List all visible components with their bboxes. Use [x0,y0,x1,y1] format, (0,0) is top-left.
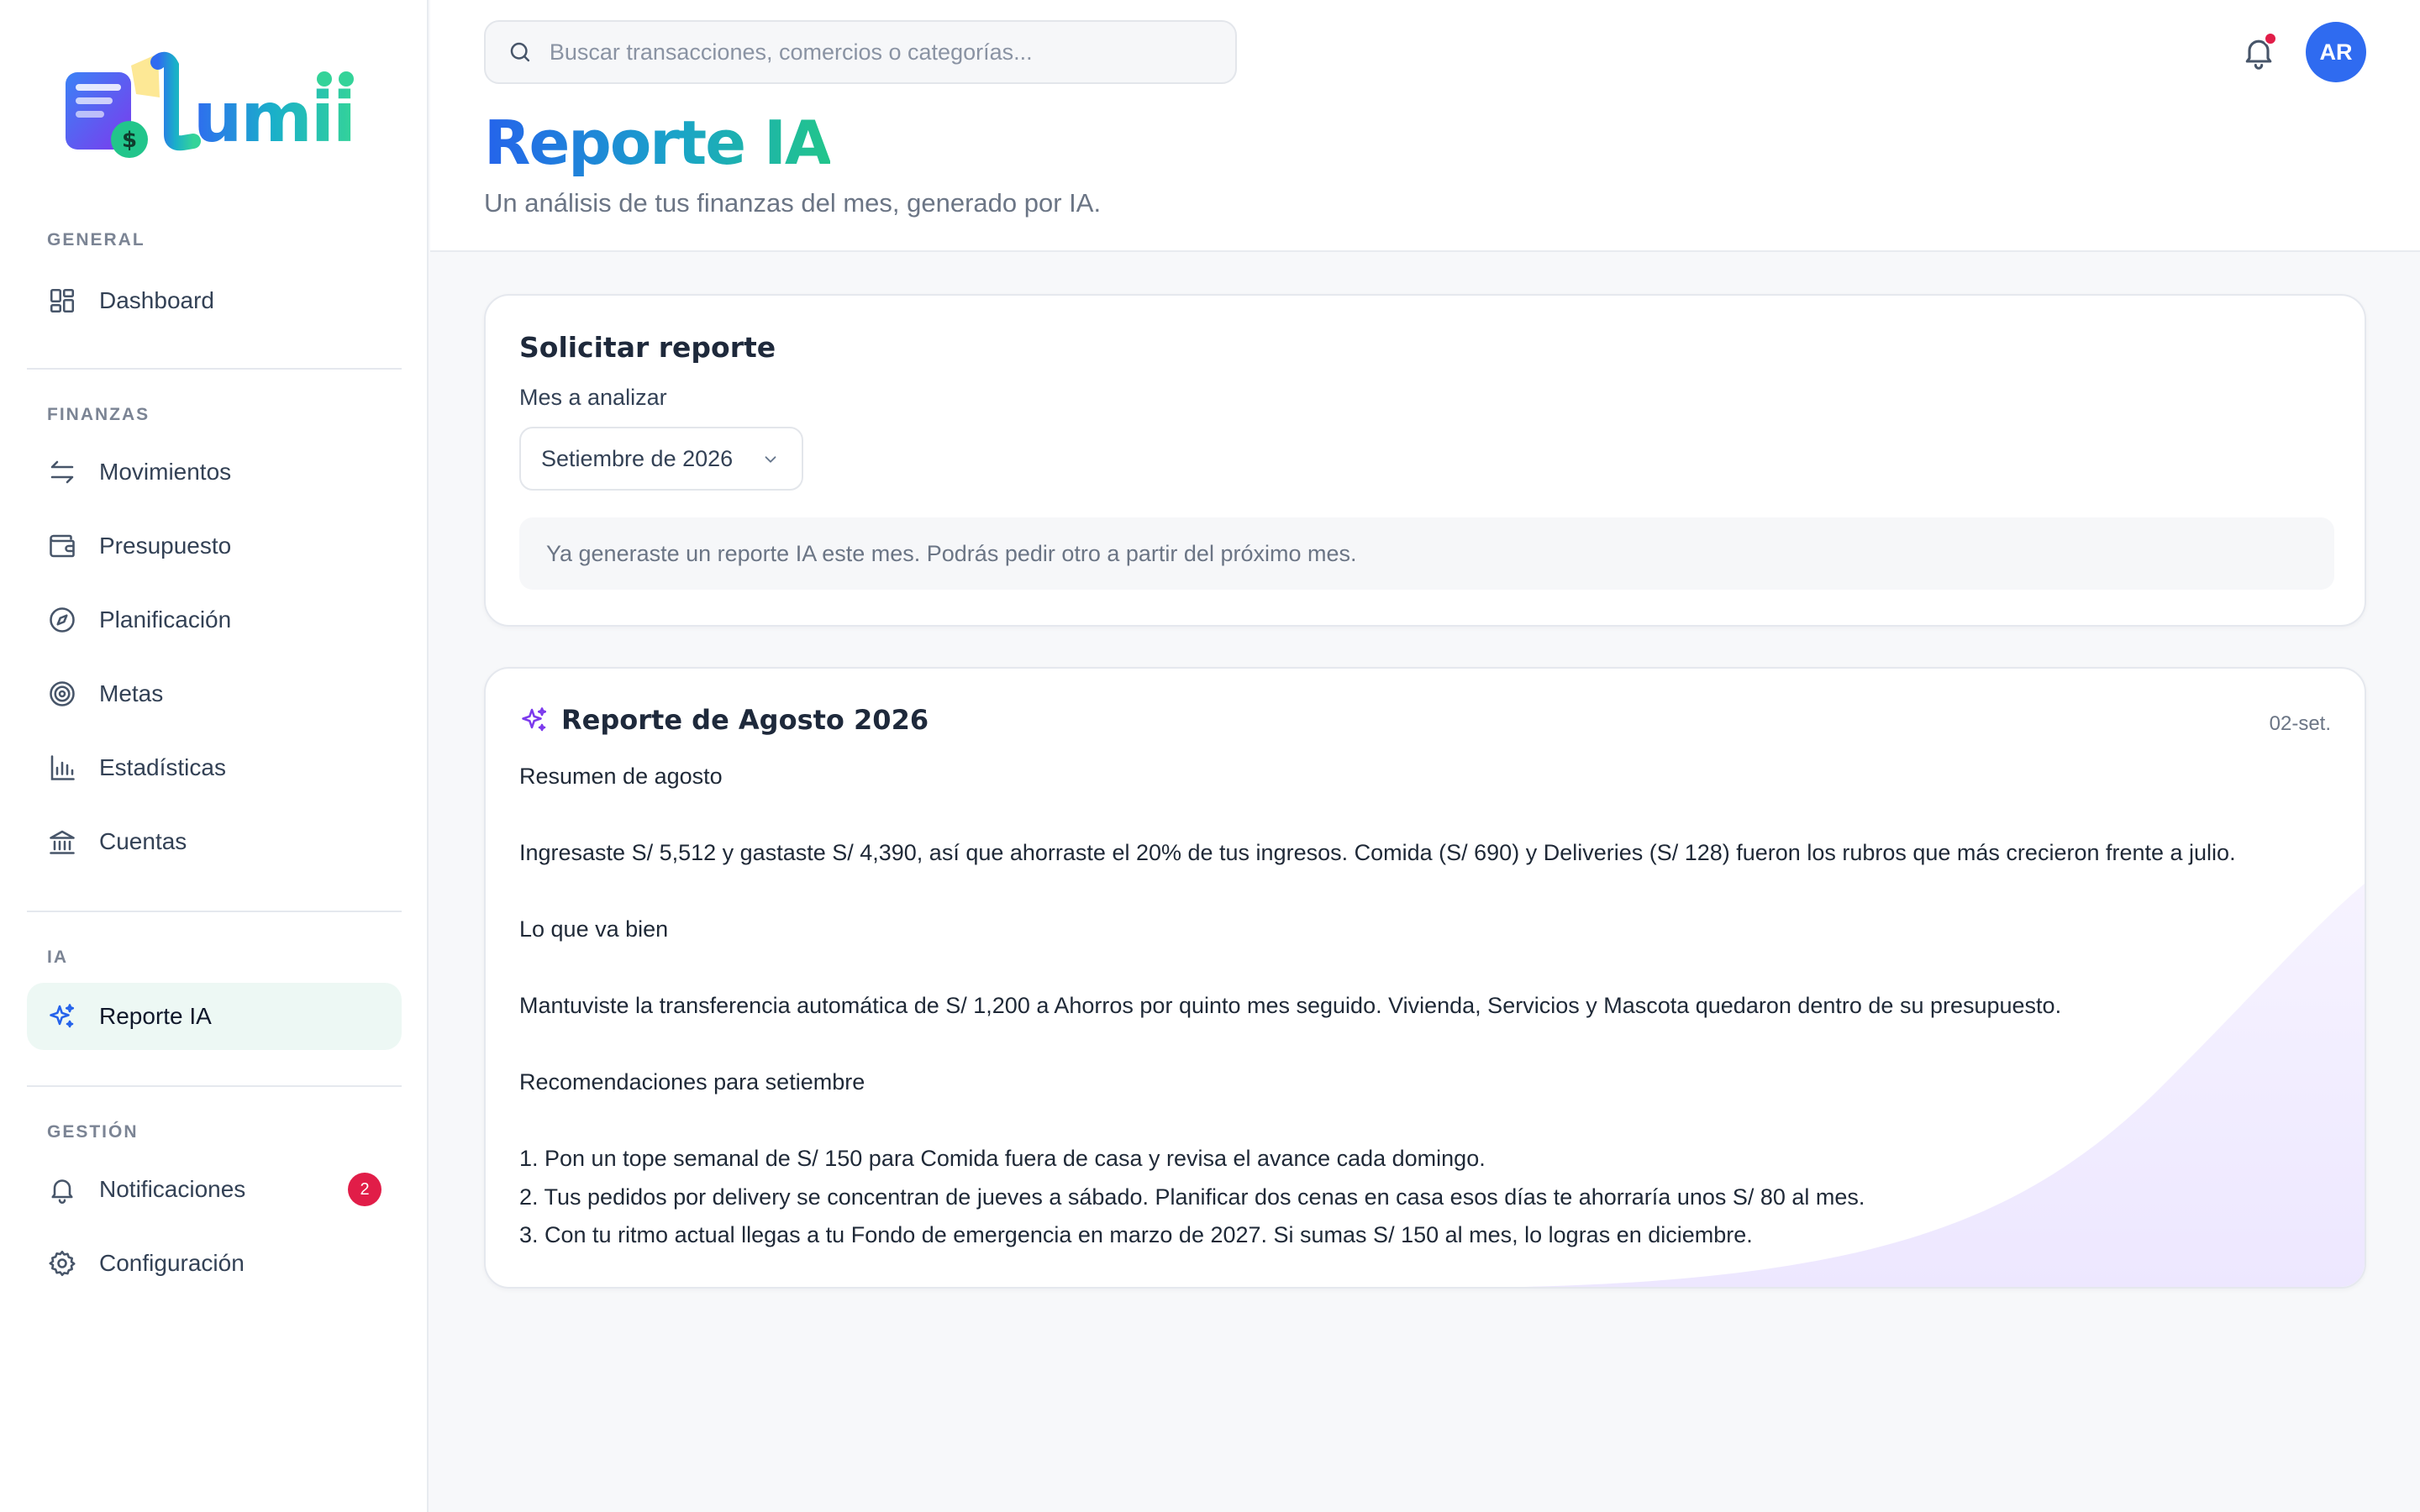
notification-count-badge: 2 [348,1173,381,1206]
sidebar-item-label: Configuración [99,1250,245,1276]
report-paragraph: Ingresaste S/ 5,512 y gastaste S/ 4,390,… [519,840,2236,865]
sidebar-item-label: Presupuesto [99,533,232,559]
report-date: 02-set. [2269,712,2331,735]
bank-icon [47,827,77,857]
report-body: Resumen de agosto Ingresaste S/ 5,512 y … [519,758,2343,1255]
sidebar-item-cuentas[interactable]: Cuentas [27,808,402,875]
card-title: Solicitar reporte [519,331,776,364]
notification-dot [2264,32,2277,45]
request-report-card: Solicitar reporte Mes a analizar Setiemb… [484,294,2366,627]
recommendation-item: 1. Pon un tope semanal de S/ 150 para Co… [519,1146,1486,1171]
user-avatar[interactable]: AR [2306,22,2366,82]
limit-notice: Ya generaste un reporte IA este mes. Pod… [519,517,2334,590]
section-title-finanzas: FINANZAS [47,405,150,424]
page-title: Reporte IA [484,108,832,178]
sidebar-divider [27,368,402,370]
recommendation-item: 2. Tus pedidos por delivery se concentra… [519,1184,1865,1210]
sidebar-item-metas[interactable]: Metas [27,660,402,727]
topbar: AR Reporte IA Un análisis de tus finanza… [430,0,2420,252]
sidebar-item-label: Notificaciones [99,1176,246,1202]
logo-graphic: $ umii [66,51,356,158]
sidebar-item-movimientos[interactable]: Movimientos [27,438,402,506]
sidebar-item-label: Movimientos [99,459,232,485]
search-icon [510,42,530,62]
lumii-logo[interactable]: $ umii [59,47,361,165]
sidebar-item-configuracion[interactable]: Configuración [27,1230,402,1297]
search-box[interactable] [484,20,1237,84]
section-title-general: GENERAL [47,230,145,249]
nav-section-finanzas: FINANZAS Movimientos Presupuesto Planifi… [27,403,402,875]
search-input[interactable] [549,39,1235,66]
sidebar-item-planificacion[interactable]: Planificación [27,586,402,654]
sidebar-divider [27,911,402,912]
wallet-icon [47,531,77,561]
sidebar-item-label: Cuentas [99,828,187,854]
report-card: Reporte de Agosto 2026 02-set. Resumen d… [484,667,2366,1289]
sidebar-item-label: Reporte IA [99,1003,212,1029]
month-label: Mes a analizar [519,385,667,410]
nav-section-general: GENERAL Dashboard [27,228,402,334]
sidebar-item-reporte-ia[interactable]: Reporte IA [27,983,402,1050]
sidebar-item-notificaciones[interactable]: Notificaciones 2 [27,1156,402,1223]
sidebar-item-presupuesto[interactable]: Presupuesto [27,512,402,580]
sparkles-icon [522,707,547,732]
report-header: Reporte de Agosto 2026 [519,704,929,736]
sidebar-item-label: Metas [99,680,164,706]
section-title-gestion: GESTIÓN [47,1122,139,1142]
report-title: Reporte de Agosto 2026 [561,704,929,736]
report-paragraph: Mantuviste la transferencia automática d… [519,993,2062,1018]
page-subtitle: Un análisis de tus finanzas del mes, gen… [484,188,1102,218]
month-select-value: Setiembre de 2026 [541,445,734,471]
chevron-down-icon [765,456,776,463]
sidebar-item-label: Dashboard [99,287,214,313]
svg-text:$: $ [122,128,137,153]
sidebar-item-dashboard[interactable]: Dashboard [27,267,402,334]
grid-icon [47,286,77,316]
svg-text:umii: umii [193,78,355,158]
bell-icon [47,1174,77,1205]
sidebar-item-estadisticas[interactable]: Estadísticas [27,734,402,801]
section-title-ia: IA [47,948,68,967]
gear-icon [47,1248,77,1278]
sidebar-item-label: Planificación [99,606,232,633]
target-icon [47,679,77,709]
nav-section-gestion: GESTIÓN Notificaciones 2 Configuración [27,1121,402,1297]
sidebar-item-label: Estadísticas [99,754,226,780]
report-heading-summary: Resumen de agosto [519,764,723,789]
arrows-icon [47,457,77,487]
sidebar: $ umii GENERAL Dashboard FINANZAS Movimi… [0,0,429,1512]
sidebar-divider [27,1085,402,1087]
sparkles-icon [47,1001,77,1032]
bar-chart-icon [47,753,77,783]
report-heading-good: Lo que va bien [519,916,669,942]
nav-section-ia: IA Reporte IA [27,946,402,1050]
report-heading-recommendations: Recomendaciones para setiembre [519,1069,865,1095]
month-select[interactable]: Setiembre de 2026 [519,427,803,491]
recommendation-item: 3. Con tu ritmo actual llegas a tu Fondo… [519,1222,1753,1247]
compass-icon [47,605,77,635]
